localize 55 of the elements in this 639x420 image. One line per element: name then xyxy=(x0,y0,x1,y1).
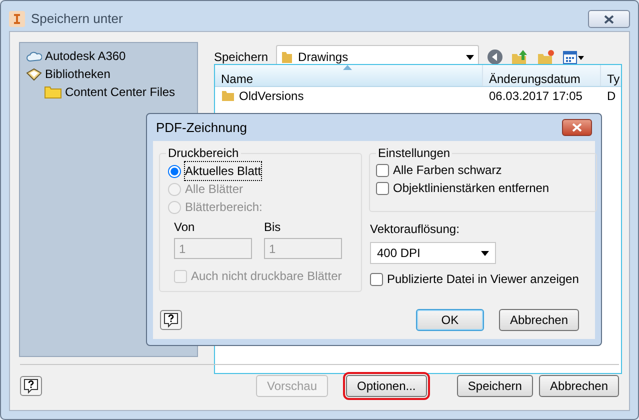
back-icon[interactable] xyxy=(487,49,504,65)
caret-icon xyxy=(481,250,489,256)
location-label: Speichern xyxy=(214,49,268,66)
books-icon xyxy=(26,67,42,81)
table-cell-text: 06.03.2017 17:05 xyxy=(489,88,582,105)
app-icon xyxy=(9,11,25,27)
field-label: Von xyxy=(174,219,196,236)
option-label: Blätterbereich: xyxy=(185,199,262,216)
close-button[interactable] xyxy=(588,10,630,28)
sort-arrow-icon xyxy=(342,65,352,70)
folder-icon xyxy=(44,85,62,99)
caret-icon xyxy=(466,54,474,60)
sidebar-item[interactable]: Bibliotheken xyxy=(45,65,110,83)
folder-icon xyxy=(281,50,294,64)
close-button[interactable] xyxy=(562,119,592,136)
group-title: Einstellungen xyxy=(376,146,452,160)
option-label: Alle Blätter xyxy=(185,181,244,198)
column-header[interactable]: Änderungsdatum xyxy=(483,65,601,86)
window-title: Speichern unter xyxy=(31,10,123,28)
help-button[interactable] xyxy=(20,376,42,396)
dialog-button[interactable]: Abbrechen xyxy=(498,309,579,331)
resolution-label: Vektorauflösung: xyxy=(370,221,460,236)
option-label: Publizierte Datei in Viewer anzeigen xyxy=(387,271,579,288)
sidebar-item[interactable]: Autodesk A360 xyxy=(45,47,126,65)
radio-button[interactable] xyxy=(168,164,181,178)
dialog-title: PDF-Zeichnung xyxy=(156,118,248,137)
folder-up-icon[interactable] xyxy=(511,48,530,66)
cloud-icon xyxy=(26,49,42,63)
new-folder-icon[interactable] xyxy=(537,49,556,65)
sidebar-item[interactable]: Content Center Files xyxy=(65,83,176,101)
option-label: Alle Farben schwarz xyxy=(393,162,502,179)
table-cell-text: OldVersions xyxy=(239,88,304,105)
checkbox[interactable] xyxy=(376,164,389,176)
close-icon xyxy=(572,123,582,132)
column-header[interactable]: Name xyxy=(215,65,483,86)
option-label: Aktuelles Blatt xyxy=(185,162,262,180)
resolution-dropdown[interactable]: 400 DPI xyxy=(370,242,496,264)
help-icon xyxy=(23,378,39,394)
group-title: Druckbereich xyxy=(166,146,241,160)
option-label: Auch nicht druckbare Blätter xyxy=(191,268,342,285)
dialog-button[interactable]: Speichern xyxy=(456,375,533,397)
table-cell-text: D xyxy=(607,88,616,105)
checkbox[interactable] xyxy=(370,272,383,286)
field-label: Bis xyxy=(264,219,282,236)
help-icon xyxy=(163,312,179,328)
folder-icon xyxy=(221,90,235,102)
dialog-button[interactable]: Abbrechen xyxy=(538,375,619,397)
checkbox[interactable] xyxy=(376,182,389,194)
dialog-button[interactable]: Optionen... xyxy=(346,375,427,397)
dialog-button[interactable]: OK xyxy=(416,309,484,331)
view-menu-icon[interactable] xyxy=(563,50,586,64)
option-label: Objektlinienstärken entfernen xyxy=(393,180,550,197)
column-header[interactable]: Ty xyxy=(601,65,621,86)
close-icon xyxy=(604,14,614,24)
help-button[interactable] xyxy=(160,310,182,330)
